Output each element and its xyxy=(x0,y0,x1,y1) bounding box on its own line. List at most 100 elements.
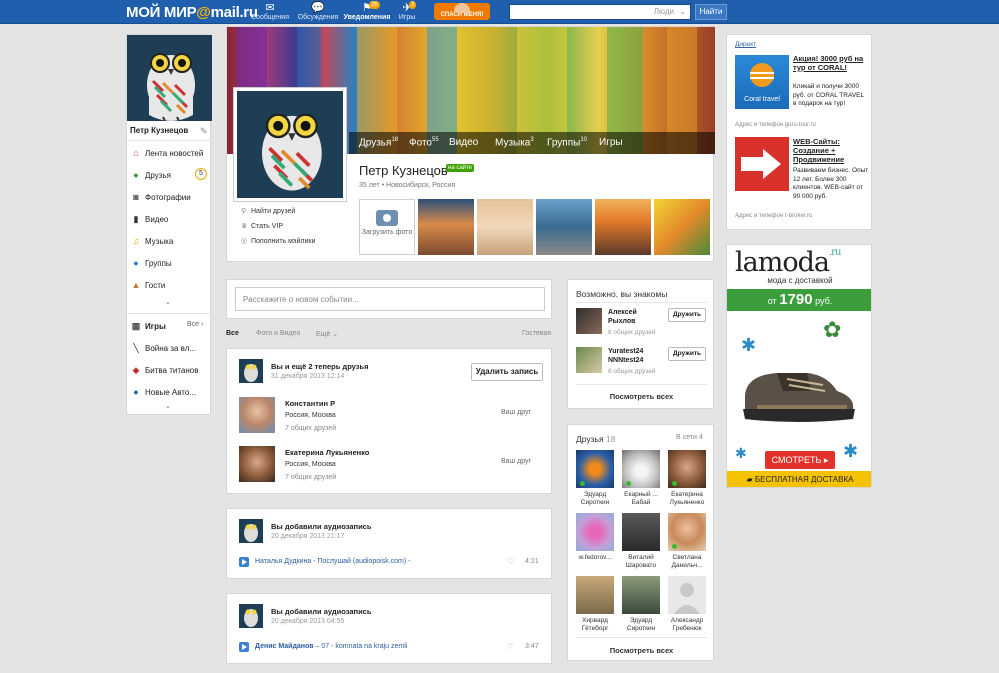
sidebar-item-video[interactable]: ▮ Видео xyxy=(130,214,169,225)
sidebar-item-news[interactable]: ⌂ Лента новостей xyxy=(130,148,203,158)
coral-travel-logo[interactable]: Coral travel xyxy=(735,55,789,109)
add-friend-button[interactable]: Дружить xyxy=(668,308,706,322)
filter-all[interactable]: Все xyxy=(226,330,239,337)
person-avatar[interactable] xyxy=(576,347,602,373)
ad-title[interactable]: WEB-Сайты: Создание + Продвижение xyxy=(793,137,867,164)
ad-title[interactable]: Акция! 3000 руб на тур от CORAL! xyxy=(793,54,867,72)
games-all-link[interactable]: Все › xyxy=(187,321,203,328)
avatar[interactable] xyxy=(127,35,212,121)
friend-avatar[interactable] xyxy=(239,397,275,433)
see-all-link[interactable]: Посмотреть всех xyxy=(568,392,715,401)
arrow-ad-image[interactable] xyxy=(735,137,789,191)
audio-track[interactable]: Наталья Дудкина - Послушай (audiopoisk.c… xyxy=(255,558,410,565)
filter-photo-video[interactable]: Фото и Видео xyxy=(256,330,300,337)
filter-more[interactable]: Ещё ⌄ xyxy=(316,330,338,338)
tab-video[interactable]: Видео xyxy=(449,137,478,148)
friend-name[interactable]: Екарный ... Бабай xyxy=(618,491,664,507)
find-friends-link[interactable]: ⚲ Найти друзей xyxy=(241,207,295,215)
friend-avatar[interactable] xyxy=(576,576,614,614)
sidebar-item-friends[interactable]: ● Друзья xyxy=(130,170,171,180)
nav-discussions[interactable]: 💬 Обсуждения xyxy=(292,2,344,21)
add-friend-button[interactable]: Дружить xyxy=(668,347,706,361)
sidebar-item-music[interactable]: ♫ Музыка xyxy=(130,236,174,246)
see-all-link[interactable]: Посмотреть всех xyxy=(568,646,715,655)
friend-name[interactable]: w.fedorov... xyxy=(572,554,618,562)
tab-photos[interactable]: Фото55 xyxy=(409,137,439,148)
view-button[interactable]: СМОТРЕТЬ ▸ xyxy=(765,451,835,469)
friend-avatar[interactable] xyxy=(668,576,706,614)
guestbook-link[interactable]: Гостевая xyxy=(522,330,551,337)
panel-title[interactable]: Друзья 18 xyxy=(576,434,615,444)
site-logo[interactable]: МОЙ МИР@mail.ru xyxy=(126,4,258,21)
friend-avatar[interactable] xyxy=(576,450,614,488)
nav-games[interactable]: ✈ 3 Игры xyxy=(381,1,433,21)
avatar[interactable] xyxy=(239,359,263,383)
friend-avatar[interactable] xyxy=(622,513,660,551)
friend-name[interactable]: Екатерина Лукьяненко xyxy=(285,448,369,457)
online-count[interactable]: В сети 4 xyxy=(676,434,703,441)
topup-link[interactable]: ◎ Пополнить мэйлики xyxy=(241,237,315,245)
photo-thumbnail[interactable] xyxy=(477,199,533,255)
friend-avatar[interactable] xyxy=(576,513,614,551)
avatar[interactable] xyxy=(239,519,263,543)
friend-avatar[interactable] xyxy=(622,576,660,614)
friend-name[interactable]: Виталий Шаровато xyxy=(618,554,664,570)
sidebar-item-guests[interactable]: ▲ Гости xyxy=(130,280,166,290)
nav-messages[interactable]: ✉ Сообщения xyxy=(244,2,296,21)
sidebar-item-photos[interactable]: ◙ Фотографии xyxy=(130,192,190,202)
game-item[interactable]: ● Новые Авто... xyxy=(130,387,196,397)
delete-post-button[interactable]: Удалить запись xyxy=(471,363,543,381)
post-input[interactable]: Расскажите о новом событии... xyxy=(235,287,545,311)
photo-thumbnail[interactable] xyxy=(418,199,474,255)
tab-music[interactable]: Музыка3 xyxy=(495,137,534,148)
friend-mutual[interactable]: 7 общих друзей xyxy=(285,425,336,432)
audio-track[interactable]: Денис Майданов – 07 - komnata na kraju z… xyxy=(255,643,407,650)
chevron-down-icon[interactable]: ⌄ xyxy=(679,7,686,16)
profile-avatar[interactable] xyxy=(233,87,347,202)
friend-name[interactable]: Екатерина Лукьяненко xyxy=(664,491,710,507)
friend-avatar[interactable] xyxy=(668,513,706,551)
game-item[interactable]: ╲ Война за вл... xyxy=(130,343,196,354)
search-input[interactable]: Люди ⌄ xyxy=(509,4,691,20)
friend-avatar[interactable] xyxy=(622,450,660,488)
play-icon[interactable] xyxy=(239,642,249,652)
tab-groups[interactable]: Группы10 xyxy=(547,137,587,148)
heart-icon[interactable]: ♡ xyxy=(507,557,514,566)
tab-friends[interactable]: Друзья18 xyxy=(359,137,398,148)
ad-label[interactable]: Директ xyxy=(735,41,756,48)
photo-thumbnail[interactable] xyxy=(654,199,710,255)
friend-name[interactable]: Александр Гребенюк xyxy=(664,617,710,633)
friend-name[interactable]: Эдуард Сироткин xyxy=(572,491,618,507)
search-scope[interactable]: Люди xyxy=(654,7,674,16)
play-icon[interactable] xyxy=(239,557,249,567)
chevron-down-icon[interactable]: ⌄ xyxy=(165,298,171,306)
photo-thumbnail[interactable] xyxy=(536,199,592,255)
friend-avatar[interactable] xyxy=(668,450,706,488)
friend-mutual[interactable]: 7 общих друзей xyxy=(285,474,336,481)
ad-url[interactable]: Адрес и телефон guru-tour.ru xyxy=(735,122,816,128)
sidebar-item-groups[interactable]: ● Группы xyxy=(130,258,171,268)
friend-name[interactable]: Хирвард Гётеборг xyxy=(572,617,618,633)
avatar[interactable] xyxy=(239,604,263,628)
ad-url[interactable]: Адрес и телефон r-broker.ru xyxy=(735,213,812,219)
game-item[interactable]: ◆ Битва титанов xyxy=(130,365,199,376)
user-name[interactable]: Петр Кузнецов xyxy=(130,126,188,135)
photo-thumbnail[interactable] xyxy=(595,199,651,255)
person-name[interactable]: Yuratest24 NNNtest24 xyxy=(608,347,643,365)
tab-games[interactable]: Игры xyxy=(599,137,623,148)
promo-banner[interactable]: СПАСИ МЕНЯ! xyxy=(434,3,490,20)
search-button[interactable]: Найти xyxy=(695,4,727,20)
person-name[interactable]: Алексей Рыхлов xyxy=(608,308,637,326)
edit-profile-icon[interactable]: ✎ xyxy=(200,126,208,137)
person-avatar[interactable] xyxy=(576,308,602,334)
heart-icon[interactable]: ♡ xyxy=(507,642,514,651)
friend-avatar[interactable] xyxy=(239,446,275,482)
become-vip-link[interactable]: ♛ Стать VIP xyxy=(241,222,283,230)
chevron-down-icon[interactable]: ⌄ xyxy=(165,402,171,410)
friend-name[interactable]: Светлана Данильч... xyxy=(664,554,710,570)
friend-name[interactable]: Константин Р xyxy=(285,399,335,408)
sidebar-item-games[interactable]: ▦ Игры xyxy=(130,321,166,332)
upload-photo-button[interactable]: Загрузить фото xyxy=(359,199,415,255)
friend-name[interactable]: Эдуард Сироткин xyxy=(618,617,664,633)
lamoda-banner[interactable]: lamoda.ru мода с доставкой от 1790 руб. … xyxy=(726,244,872,488)
